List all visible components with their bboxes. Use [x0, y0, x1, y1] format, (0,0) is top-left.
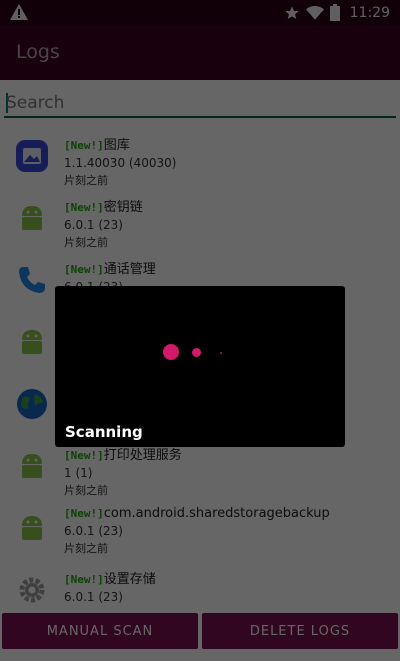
gear-icon — [19, 577, 45, 603]
app-version: 1 (1) — [64, 466, 93, 480]
android-icon — [22, 206, 42, 230]
wifi-icon — [305, 5, 324, 20]
gallery-icon — [16, 140, 48, 172]
app-name: 通话管理 — [103, 262, 156, 277]
list-item[interactable]: [New!]密钥链 6.0.1 (23) 片刻之前 — [0, 192, 400, 254]
new-badge: [New!] — [64, 507, 104, 520]
list-item[interactable]: [New!]图库 1.1.40030 (40030) 片刻之前 — [0, 130, 400, 192]
app-version: 1.1.40030 (40030) — [64, 156, 177, 170]
app-bar: Logs — [0, 25, 400, 80]
new-badge: [New!] — [64, 263, 104, 276]
app-version: 6.0.1 (23) — [64, 218, 123, 232]
search-field[interactable] — [4, 90, 396, 118]
globe-icon — [17, 389, 47, 419]
log-time: 片刻之前 — [64, 236, 108, 249]
page-title: Logs — [16, 41, 60, 63]
app-version: 6.0.1 (23) — [64, 590, 123, 604]
scanning-dialog: Scanning — [55, 286, 345, 447]
list-item[interactable]: [New!]com.android.sharedstoragebackup 6.… — [0, 502, 400, 564]
progress-dot — [192, 348, 201, 357]
manual-scan-button[interactable]: MANUAL SCAN — [2, 613, 198, 649]
new-badge: [New!] — [64, 449, 104, 462]
app-name: 图库 — [103, 138, 130, 153]
app-name: 打印处理服务 — [103, 448, 182, 463]
new-badge: [New!] — [64, 139, 104, 152]
search-input[interactable] — [4, 90, 396, 116]
new-badge: [New!] — [64, 573, 104, 586]
warning-icon — [10, 4, 28, 20]
app-name: 设置存储 — [103, 572, 156, 587]
app-name: com.android.sharedstoragebackup — [103, 506, 330, 521]
progress-dot — [163, 344, 179, 360]
status-bar: 11:29 — [0, 0, 400, 25]
log-time: 片刻之前 — [64, 542, 108, 555]
status-time: 11:29 — [349, 4, 390, 21]
log-time: 片刻之前 — [64, 484, 108, 497]
dialog-message: Scanning — [65, 423, 143, 441]
android-icon — [22, 454, 42, 478]
app-name: 密钥链 — [103, 200, 143, 215]
android-icon — [22, 330, 42, 354]
battery-icon — [329, 4, 340, 21]
delete-logs-button[interactable]: DELETE LOGS — [202, 613, 398, 649]
android-icon — [22, 516, 42, 540]
progress-dot — [220, 352, 222, 354]
bottom-button-bar: MANUAL SCAN DELETE LOGS — [0, 613, 400, 661]
new-badge: [New!] — [64, 201, 104, 214]
star-icon — [284, 5, 299, 19]
app-version: 6.0.1 (23) — [64, 524, 123, 538]
phone-icon — [19, 267, 45, 293]
log-time: 片刻之前 — [64, 174, 108, 187]
list-item[interactable]: [New!]打印处理服务 1 (1) 片刻之前 — [0, 440, 400, 502]
